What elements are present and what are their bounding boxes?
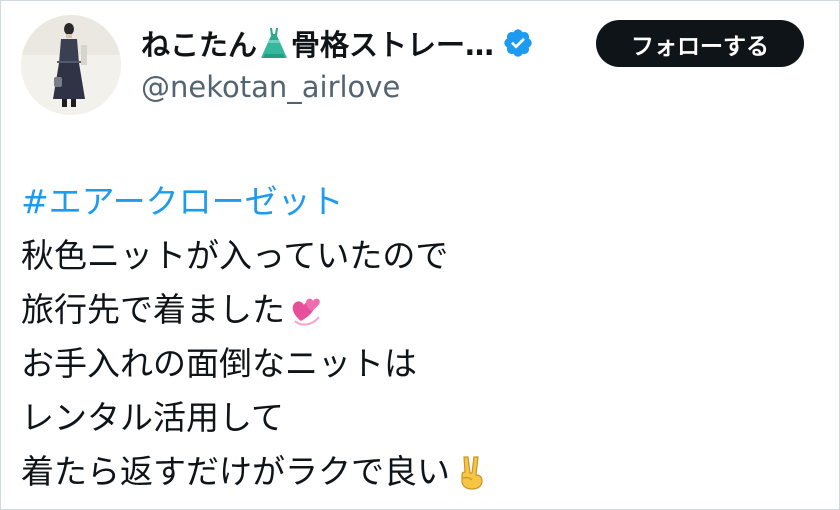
tweet-line: 秋色ニットが入っていたので: [21, 229, 821, 283]
tweet-line-text: 秋色ニットが入っていたので: [21, 236, 449, 275]
tweet-line: レンタル活用して: [21, 391, 821, 445]
tweet-card: ねこたん 骨格ストレー… @nekotan_airlove フォローする #エア…: [0, 0, 840, 510]
tweet-line-text: 着たら返すだけがラクで良い: [21, 452, 450, 491]
verified-badge-icon: [502, 27, 534, 59]
tweet-line-hashtag: #エアークローゼット: [21, 175, 821, 229]
tweet-line-text: お手入れの面倒なニットは: [21, 344, 417, 383]
tweet-text: #エアークローゼット 秋色ニットが入っていたので 旅行先で着ました お手入れの面…: [21, 175, 821, 499]
revolving-hearts-icon: [287, 291, 325, 329]
avatar[interactable]: [21, 15, 121, 115]
display-name-suffix[interactable]: 骨格ストレー…: [291, 22, 494, 64]
tweet-line-text: 旅行先で着ました: [21, 290, 285, 329]
tweet-line: お手入れの面倒なニットは: [21, 337, 821, 391]
dress-icon: [259, 26, 289, 60]
tweet-line: 旅行先で着ました: [21, 283, 821, 337]
tweet-line: 着たら返すだけがラクで良い: [21, 445, 821, 499]
follow-button[interactable]: フォローする: [596, 20, 804, 67]
display-name[interactable]: ねこたん: [141, 22, 257, 64]
avatar-photo: [21, 15, 121, 115]
victory-hand-icon: [452, 453, 490, 491]
tweet-line-text: レンタル活用して: [21, 398, 285, 437]
user-handle[interactable]: @nekotan_airlove: [141, 67, 534, 107]
hashtag-link[interactable]: #エアークローゼット: [21, 175, 344, 229]
display-name-row[interactable]: ねこたん 骨格ストレー…: [141, 21, 534, 65]
user-header: ねこたん 骨格ストレー… @nekotan_airlove: [141, 21, 534, 107]
